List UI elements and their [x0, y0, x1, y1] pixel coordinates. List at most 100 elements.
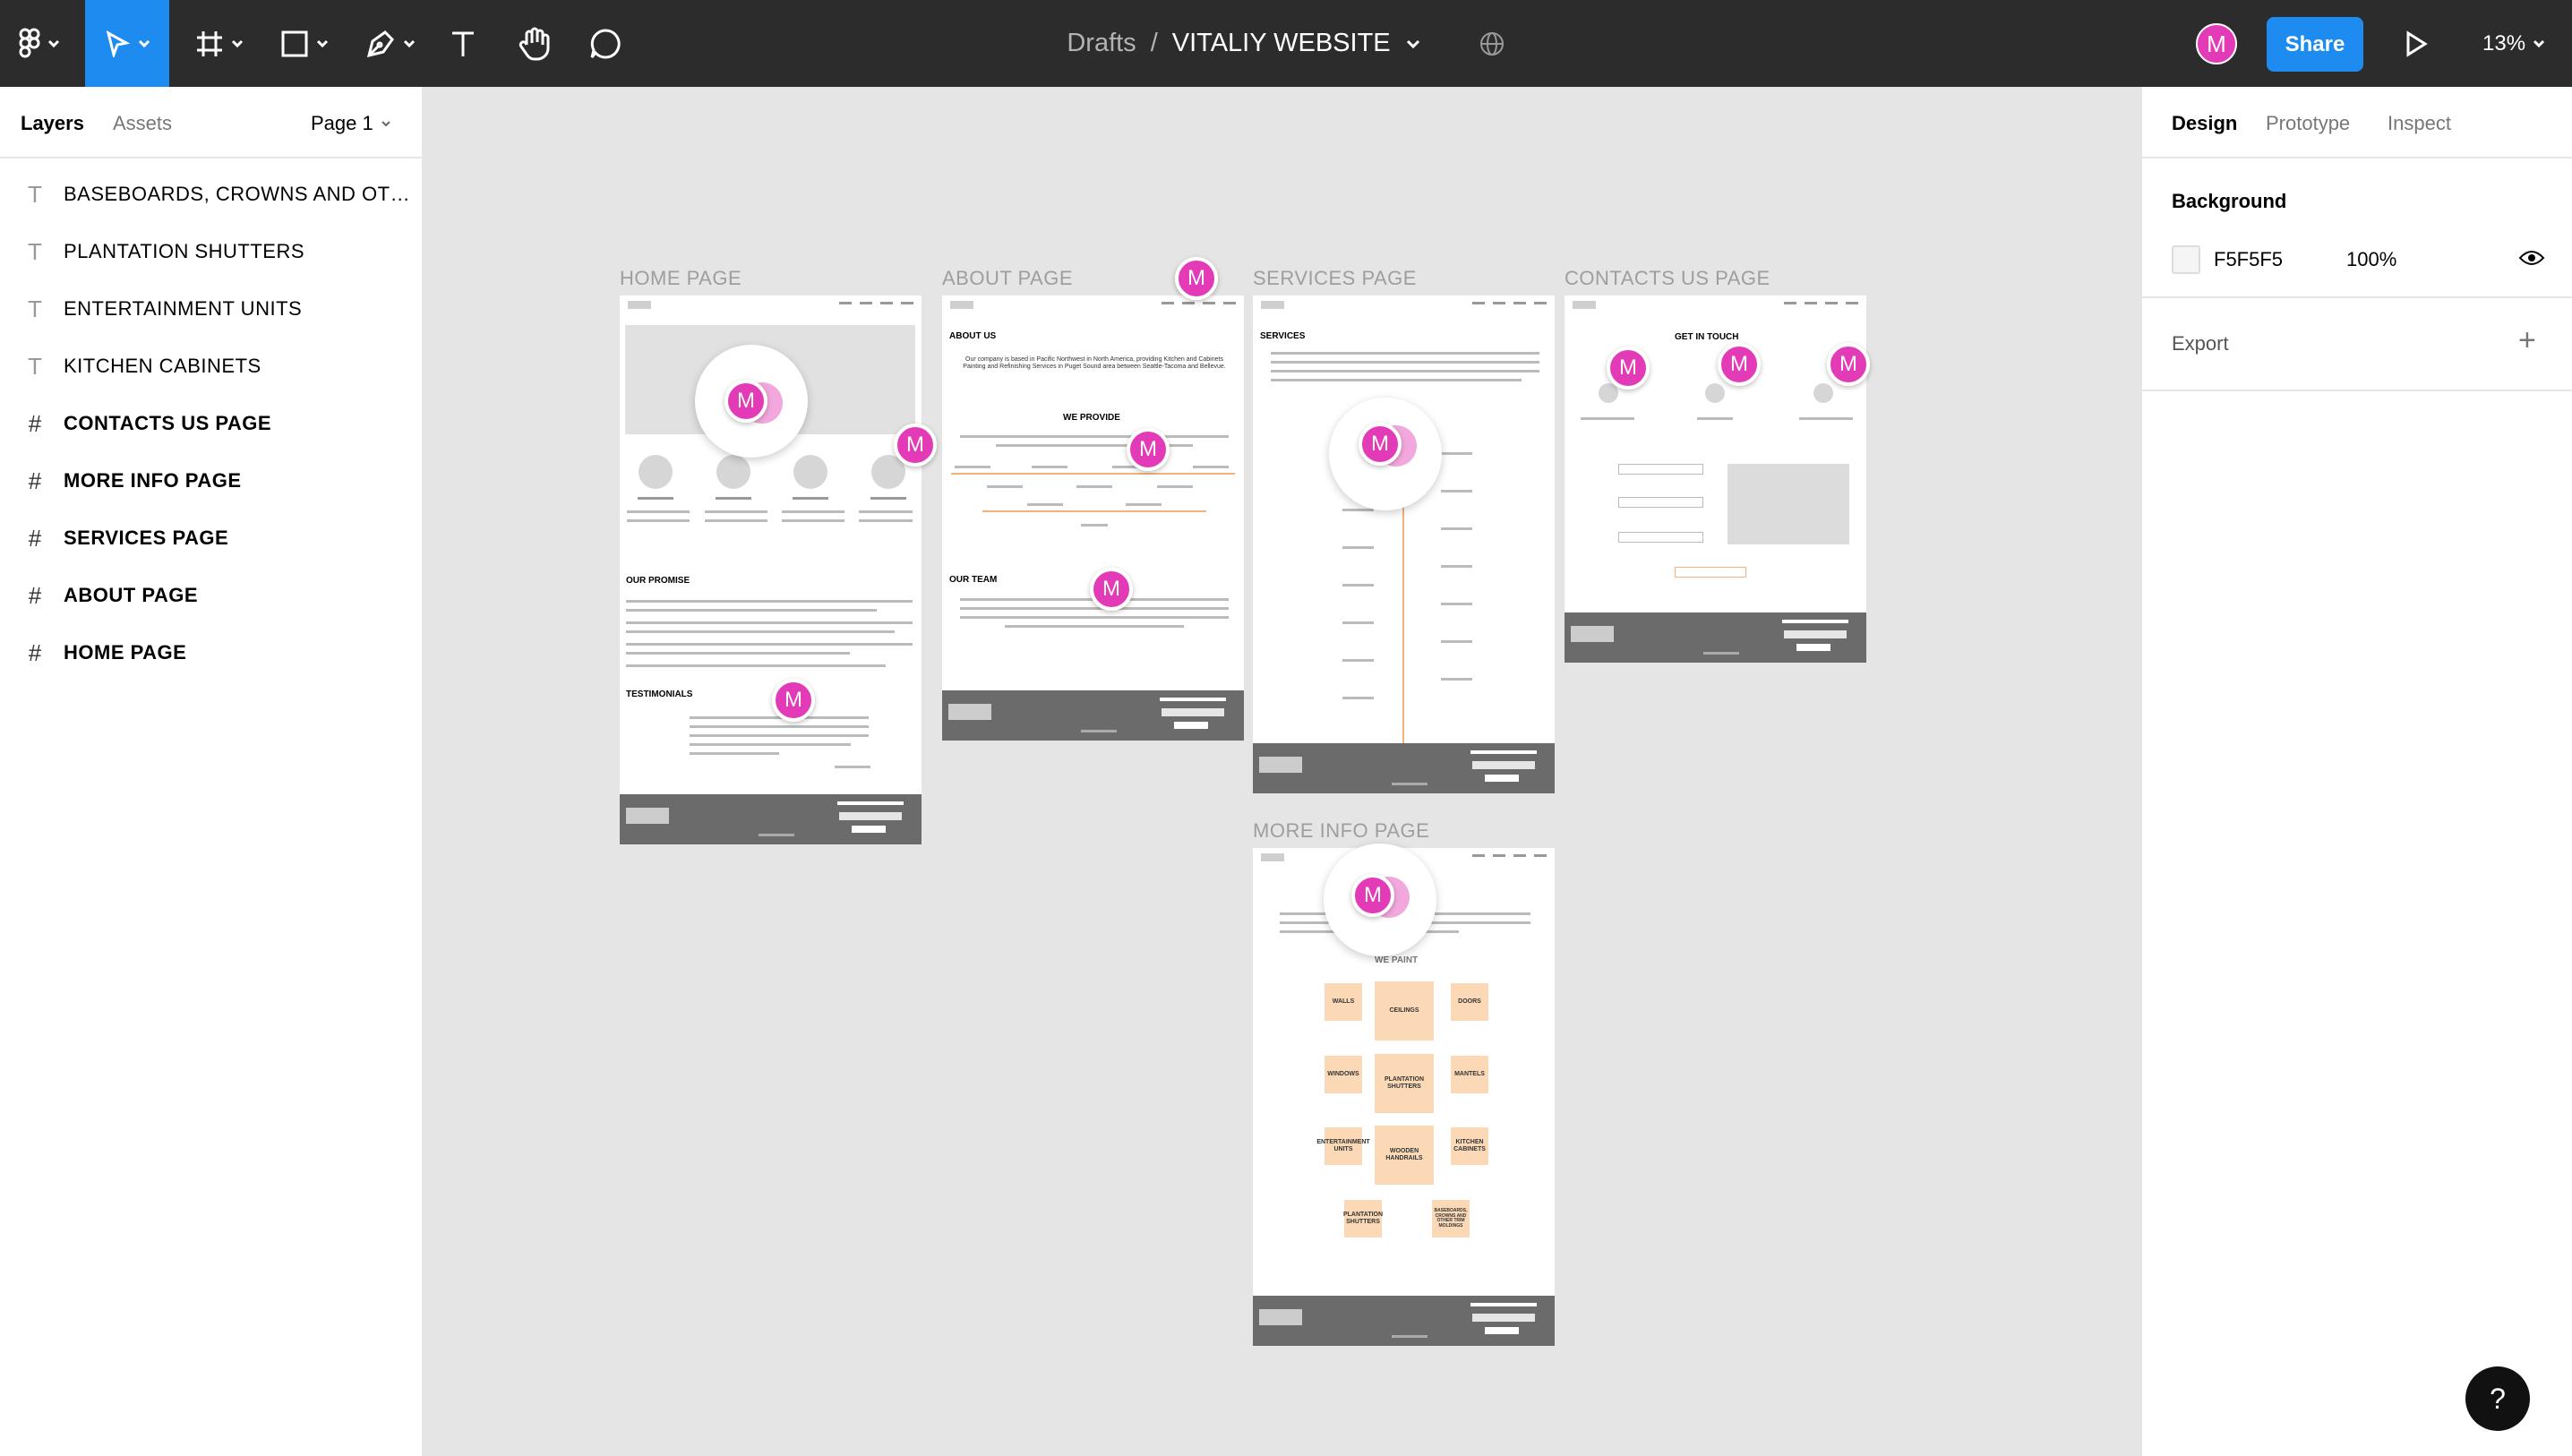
- text-line: [705, 510, 767, 513]
- chevron-down-icon: [2533, 39, 2545, 47]
- layer-row[interactable]: T PLANTATION SHUTTERS: [0, 223, 422, 280]
- collaborator-cursor[interactable]: M: [1718, 343, 1761, 386]
- text-line: [627, 510, 690, 513]
- text-line: [626, 664, 886, 667]
- pen-tool-icon[interactable]: [358, 0, 423, 87]
- tab-layers[interactable]: Layers: [21, 112, 84, 135]
- text-line: [690, 743, 851, 746]
- collaborator-cursor[interactable]: M: [1827, 343, 1870, 386]
- text-line: [1697, 417, 1733, 420]
- layer-row[interactable]: T KITCHEN CABINETS: [0, 338, 422, 395]
- figma-logo-icon[interactable]: [13, 0, 66, 87]
- text-line: [960, 435, 1229, 438]
- timeline-line: [982, 510, 1206, 512]
- contacts-page-frame[interactable]: GET IN TOUCH: [1565, 295, 1866, 663]
- contact-dot: [1705, 383, 1725, 403]
- text-line: [626, 630, 895, 633]
- left-panel-tabs: Layers Assets Page 1: [0, 87, 422, 158]
- collaborator-cursor[interactable]: M: [1175, 257, 1218, 300]
- timeline-line: [951, 473, 1235, 475]
- user-avatar[interactable]: M: [2196, 23, 2237, 64]
- top-toolbar: Drafts / VITALIY WEBSITE M Share 13%: [0, 0, 2572, 87]
- layer-row[interactable]: # HOME PAGE: [0, 624, 422, 681]
- eye-icon[interactable]: [2518, 248, 2545, 268]
- help-button[interactable]: ?: [2465, 1366, 2530, 1431]
- background-color-swatch[interactable]: [2172, 245, 2200, 274]
- breadcrumb-drafts[interactable]: Drafts: [1067, 29, 1136, 58]
- about-page-frame[interactable]: ABOUT US Our company is based in Pacific…: [942, 295, 1244, 741]
- comment-tool-icon[interactable]: [586, 0, 625, 87]
- layer-row[interactable]: T ENTERTAINMENT UNITS: [0, 280, 422, 338]
- form-field: [1618, 497, 1703, 508]
- mini-footer: [942, 690, 1244, 741]
- collaborator-cursor[interactable]: M: [1090, 568, 1133, 611]
- frame-tool-icon[interactable]: [188, 0, 251, 87]
- background-hex-input[interactable]: F5F5F5: [2214, 248, 2283, 271]
- collaborator-cursor[interactable]: M: [894, 424, 937, 467]
- layer-row[interactable]: # MORE INFO PAGE: [0, 452, 422, 510]
- zoom-select[interactable]: 13%: [2482, 0, 2545, 87]
- service-card: ENTERTAINMENT UNITS: [1316, 1127, 1370, 1165]
- export-section: Export +: [2142, 298, 2572, 391]
- layer-label: MORE INFO PAGE: [64, 469, 242, 492]
- frame-label-contacts[interactable]: CONTACTS US PAGE: [1565, 267, 1770, 290]
- right-panel-tabs: Design Prototype Inspect: [2142, 87, 2572, 158]
- text-line: [1441, 603, 1472, 605]
- breadcrumb-separator: /: [1150, 29, 1158, 57]
- add-export-icon[interactable]: +: [2518, 323, 2536, 358]
- testimonials-heading: TESTIMONIALS: [626, 689, 693, 699]
- shape-tool-icon[interactable]: [273, 0, 336, 87]
- text-line: [1271, 379, 1522, 381]
- collaborator-cursor[interactable]: M: [772, 679, 815, 722]
- collaborator-cursor[interactable]: M: [1351, 874, 1394, 917]
- collaborator-cursor[interactable]: M: [1359, 423, 1402, 466]
- hand-tool-icon[interactable]: [514, 0, 555, 87]
- tab-design[interactable]: Design: [2172, 112, 2237, 135]
- text-line: [987, 485, 1023, 488]
- file-name[interactable]: VITALIY WEBSITE: [1172, 29, 1391, 58]
- move-tool-icon[interactable]: [85, 0, 169, 87]
- frame-label-moreinfo[interactable]: MORE INFO PAGE: [1253, 819, 1429, 843]
- text-line: [835, 766, 870, 768]
- design-canvas[interactable]: HOME PAGE ABOUT PAGE SERVICES PAGE CONTA…: [424, 87, 2140, 1456]
- text-line: [1441, 452, 1472, 455]
- share-button[interactable]: Share: [2267, 17, 2363, 72]
- tab-prototype[interactable]: Prototype: [2266, 112, 2350, 135]
- frame-label-about[interactable]: ABOUT PAGE: [942, 267, 1073, 290]
- frame-label-services[interactable]: SERVICES PAGE: [1253, 267, 1417, 290]
- text-line: [626, 643, 913, 646]
- page-select[interactable]: Page 1: [311, 112, 391, 135]
- service-card: PLANTATION SHUTTERS: [1343, 1200, 1383, 1238]
- collaborator-cursor[interactable]: M: [724, 380, 767, 423]
- layer-row[interactable]: # SERVICES PAGE: [0, 510, 422, 567]
- layer-row[interactable]: # ABOUT PAGE: [0, 567, 422, 624]
- text-line: [1441, 640, 1472, 643]
- chevron-down-icon[interactable]: [1405, 39, 1421, 49]
- mini-footer: [620, 794, 922, 844]
- layers-panel: Layers Assets Page 1 T BASEBOARDS, CROWNS…: [0, 87, 424, 1456]
- layer-row[interactable]: # CONTACTS US PAGE: [0, 395, 422, 452]
- contact-dot: [1813, 383, 1833, 403]
- play-icon[interactable]: [2400, 0, 2432, 87]
- text-line: [1032, 466, 1067, 468]
- text-line: [859, 510, 913, 513]
- we-provide-heading: WE PROVIDE: [1063, 413, 1120, 423]
- service-card: DOORS: [1451, 983, 1488, 1021]
- globe-icon[interactable]: [1479, 30, 1505, 57]
- get-in-touch-heading: GET IN TOUCH: [1675, 332, 1739, 342]
- collaborator-cursor[interactable]: M: [1127, 428, 1170, 471]
- tab-assets[interactable]: Assets: [113, 112, 172, 135]
- message-field: [1728, 464, 1849, 544]
- layer-label: HOME PAGE: [64, 641, 187, 664]
- services-page-frame[interactable]: SERVICES: [1253, 295, 1555, 793]
- text-line: [960, 616, 1229, 619]
- text-line: [1799, 417, 1853, 420]
- tab-inspect[interactable]: Inspect: [2388, 112, 2451, 135]
- layer-row[interactable]: T BASEBOARDS, CROWNS AND OTH...: [0, 166, 422, 223]
- text-tool-icon[interactable]: [445, 0, 481, 87]
- frame-label-home[interactable]: HOME PAGE: [620, 267, 742, 290]
- background-opacity-input[interactable]: 100%: [2346, 248, 2396, 271]
- collaborator-cursor[interactable]: M: [1607, 347, 1650, 390]
- form-field: [1618, 464, 1703, 475]
- service-card: BASEBOARDS, CROWNS AND OTHER TRIM MOLDIN…: [1432, 1200, 1470, 1238]
